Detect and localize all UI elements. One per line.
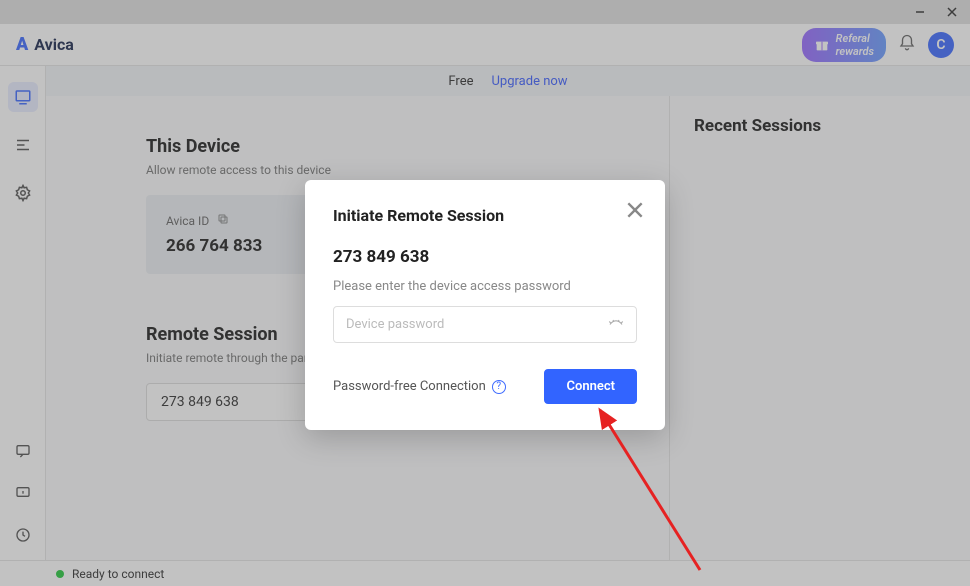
modal-remote-id: 273 849 638 [333, 247, 637, 267]
initiate-session-modal: Initiate Remote Session 273 849 638 Plea… [305, 180, 665, 430]
modal-overlay: Initiate Remote Session 273 849 638 Plea… [0, 0, 970, 586]
toggle-password-visibility-icon[interactable] [607, 314, 625, 336]
modal-close-button[interactable] [627, 202, 643, 222]
password-free-label[interactable]: Password-free Connection [333, 379, 486, 394]
help-icon[interactable]: ? [492, 380, 506, 394]
modal-prompt: Please enter the device access password [333, 279, 637, 294]
modal-title: Initiate Remote Session [333, 206, 637, 225]
device-password-input[interactable] [333, 306, 637, 343]
modal-connect-button[interactable]: Connect [544, 369, 637, 404]
